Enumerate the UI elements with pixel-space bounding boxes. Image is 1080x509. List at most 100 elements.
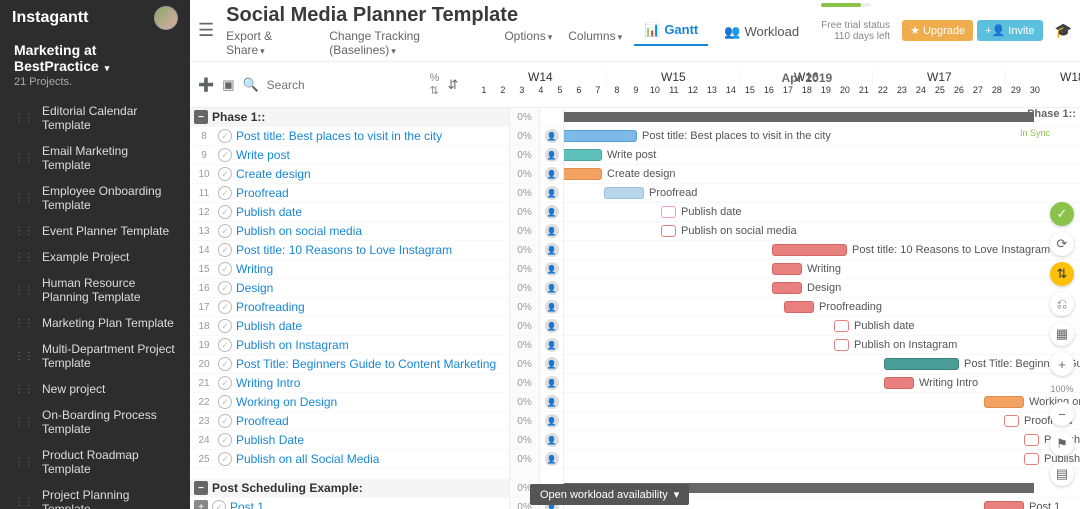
- task-row[interactable]: 14✓Post title: 10 Reasons to Love Instag…: [190, 241, 509, 260]
- task-checkbox[interactable]: ✓: [218, 338, 232, 352]
- menu-icon[interactable]: ☰: [198, 20, 214, 41]
- refresh-button[interactable]: ⟳: [1050, 232, 1074, 256]
- sidebar-project-item[interactable]: ⋮⋮Editorial Calendar Template: [0, 98, 190, 138]
- collapse-icon[interactable]: −: [194, 110, 208, 124]
- assignee-avatar[interactable]: 👤: [545, 300, 559, 314]
- task-checkbox[interactable]: ✓: [218, 281, 232, 295]
- task-name[interactable]: Post Title: Beginners Guide to Content M…: [236, 357, 505, 371]
- expand-icon[interactable]: +: [194, 500, 208, 509]
- assignee-avatar[interactable]: 👤: [545, 376, 559, 390]
- task-row[interactable]: 10✓Create design: [190, 165, 509, 184]
- task-name[interactable]: Publish date: [236, 319, 505, 333]
- task-checkbox[interactable]: ✓: [218, 148, 232, 162]
- zoom-in-button[interactable]: +: [1050, 352, 1074, 376]
- sidebar-project-item[interactable]: ⋮⋮Employee Onboarding Template: [0, 178, 190, 218]
- task-row[interactable]: 9✓Write post: [190, 146, 509, 165]
- task-row[interactable]: 17✓Proofreading: [190, 298, 509, 317]
- task-checkbox[interactable]: ✓: [218, 262, 232, 276]
- task-row[interactable]: 25✓Publish on all Social Media: [190, 450, 509, 469]
- sidebar-project-item[interactable]: ⋮⋮Human Resource Planning Template: [0, 270, 190, 310]
- assignee-avatar[interactable]: 👤: [545, 205, 559, 219]
- task-name[interactable]: Proofread: [236, 414, 505, 428]
- gantt-bar[interactable]: Proofreading: [784, 301, 814, 313]
- menu-tracking[interactable]: Change Tracking (Baselines)▾: [329, 29, 488, 57]
- assignee-avatar[interactable]: 👤: [545, 148, 559, 162]
- sidebar-project-item[interactable]: ⋮⋮On-Boarding Process Template: [0, 402, 190, 442]
- task-checkbox[interactable]: ✓: [218, 395, 232, 409]
- flag-button[interactable]: ⚑: [1050, 432, 1074, 456]
- assignee-avatar[interactable]: 👤: [545, 243, 559, 257]
- task-checkbox[interactable]: ✓: [218, 376, 232, 390]
- add-section-button[interactable]: ▣: [222, 76, 234, 94]
- gantt-bar[interactable]: Proofread: [1004, 415, 1019, 427]
- gantt-bar[interactable]: Writing Intro: [884, 377, 914, 389]
- search-input[interactable]: [267, 78, 422, 92]
- task-name[interactable]: Post title: Best places to visit in the …: [236, 129, 505, 143]
- sidebar-project-item[interactable]: ⋮⋮Project Planning Template: [0, 482, 190, 509]
- assignee-avatar[interactable]: 👤: [545, 319, 559, 333]
- task-checkbox[interactable]: ✓: [218, 205, 232, 219]
- sort-button[interactable]: ⇵: [447, 76, 458, 94]
- assignee-avatar[interactable]: 👤: [545, 452, 559, 466]
- sidebar-project-item[interactable]: ⋮⋮New project: [0, 376, 190, 402]
- user-avatar[interactable]: [154, 6, 178, 30]
- assignee-avatar[interactable]: 👤: [545, 338, 559, 352]
- tab-workload[interactable]: 👥Workload: [714, 18, 809, 46]
- task-row[interactable]: +✓Post 1: [190, 498, 509, 509]
- task-row[interactable]: 20✓Post Title: Beginners Guide to Conten…: [190, 355, 509, 374]
- gantt-bar[interactable]: Publish on Instagram: [834, 339, 849, 351]
- calendar-button[interactable]: ▤: [1050, 462, 1074, 486]
- task-checkbox[interactable]: ✓: [218, 224, 232, 238]
- assignee-avatar[interactable]: 👤: [545, 281, 559, 295]
- task-name[interactable]: Design: [236, 281, 505, 295]
- sort-floating-button[interactable]: ⇅: [1050, 262, 1074, 286]
- workload-availability-button[interactable]: Open workload availability▾: [530, 484, 689, 505]
- task-name[interactable]: Publish Date: [236, 433, 505, 447]
- tab-gantt[interactable]: 📊Gantt: [634, 16, 708, 46]
- assignee-avatar[interactable]: 👤: [545, 414, 559, 428]
- task-row[interactable]: 12✓Publish date: [190, 203, 509, 222]
- workspace-selector[interactable]: Marketing at BestPractice ▾ 21 Projects.: [0, 36, 190, 94]
- task-row[interactable]: 16✓Design: [190, 279, 509, 298]
- task-checkbox[interactable]: ✓: [218, 414, 232, 428]
- menu-export[interactable]: Export & Share▾: [226, 29, 313, 57]
- task-row[interactable]: 19✓Publish on Instagram: [190, 336, 509, 355]
- gantt-bar[interactable]: Writing: [772, 263, 802, 275]
- gantt-bar[interactable]: Write post: [564, 149, 602, 161]
- assignee-avatar[interactable]: 👤: [545, 224, 559, 238]
- task-row[interactable]: 21✓Writing Intro: [190, 374, 509, 393]
- sidebar-project-item[interactable]: ⋮⋮Email Marketing Template: [0, 138, 190, 178]
- task-name[interactable]: Post 1: [230, 500, 505, 509]
- filter-button[interactable]: % ⇅: [430, 72, 440, 97]
- task-name[interactable]: Create design: [236, 167, 505, 181]
- gantt-bar[interactable]: Publish on social media: [661, 225, 676, 237]
- task-name[interactable]: Publish on Instagram: [236, 338, 505, 352]
- sidebar-project-item[interactable]: ⋮⋮Example Project: [0, 244, 190, 270]
- layers-button[interactable]: ▦: [1050, 322, 1074, 346]
- add-task-button[interactable]: ➕: [198, 76, 214, 94]
- gantt-bar[interactable]: Post title: 10 Reasons to Love Instagram: [772, 244, 847, 256]
- task-name[interactable]: Publish date: [236, 205, 505, 219]
- collapse-icon[interactable]: −: [194, 481, 208, 495]
- gantt-bar[interactable]: Publish on all Social Media: [1024, 453, 1039, 465]
- assignee-avatar[interactable]: 👤: [545, 167, 559, 181]
- check-button[interactable]: ✓: [1050, 202, 1074, 226]
- gantt-bar[interactable]: Proofread: [604, 187, 644, 199]
- graduation-icon[interactable]: 🎓: [1055, 22, 1072, 39]
- task-checkbox[interactable]: ✓: [218, 357, 232, 371]
- task-checkbox[interactable]: ✓: [218, 243, 232, 257]
- sidebar-project-item[interactable]: ⋮⋮Product Roadmap Template: [0, 442, 190, 482]
- task-checkbox[interactable]: ✓: [218, 186, 232, 200]
- task-group-header[interactable]: −Phase 1::: [190, 108, 509, 127]
- sidebar-project-item[interactable]: ⋮⋮Multi-Department Project Template: [0, 336, 190, 376]
- assignee-avatar[interactable]: 👤: [545, 357, 559, 371]
- task-row[interactable]: 15✓Writing: [190, 260, 509, 279]
- gantt-bar[interactable]: Post 1: [984, 501, 1024, 509]
- gantt-bar[interactable]: Publish date: [834, 320, 849, 332]
- gantt-bar[interactable]: Working on Design: [984, 396, 1024, 408]
- task-checkbox[interactable]: ✓: [218, 167, 232, 181]
- task-group-header[interactable]: −Post Scheduling Example:: [190, 479, 509, 498]
- branch-button[interactable]: ⎌: [1050, 292, 1074, 316]
- task-name[interactable]: Proofread: [236, 186, 505, 200]
- assignee-avatar[interactable]: 👤: [545, 129, 559, 143]
